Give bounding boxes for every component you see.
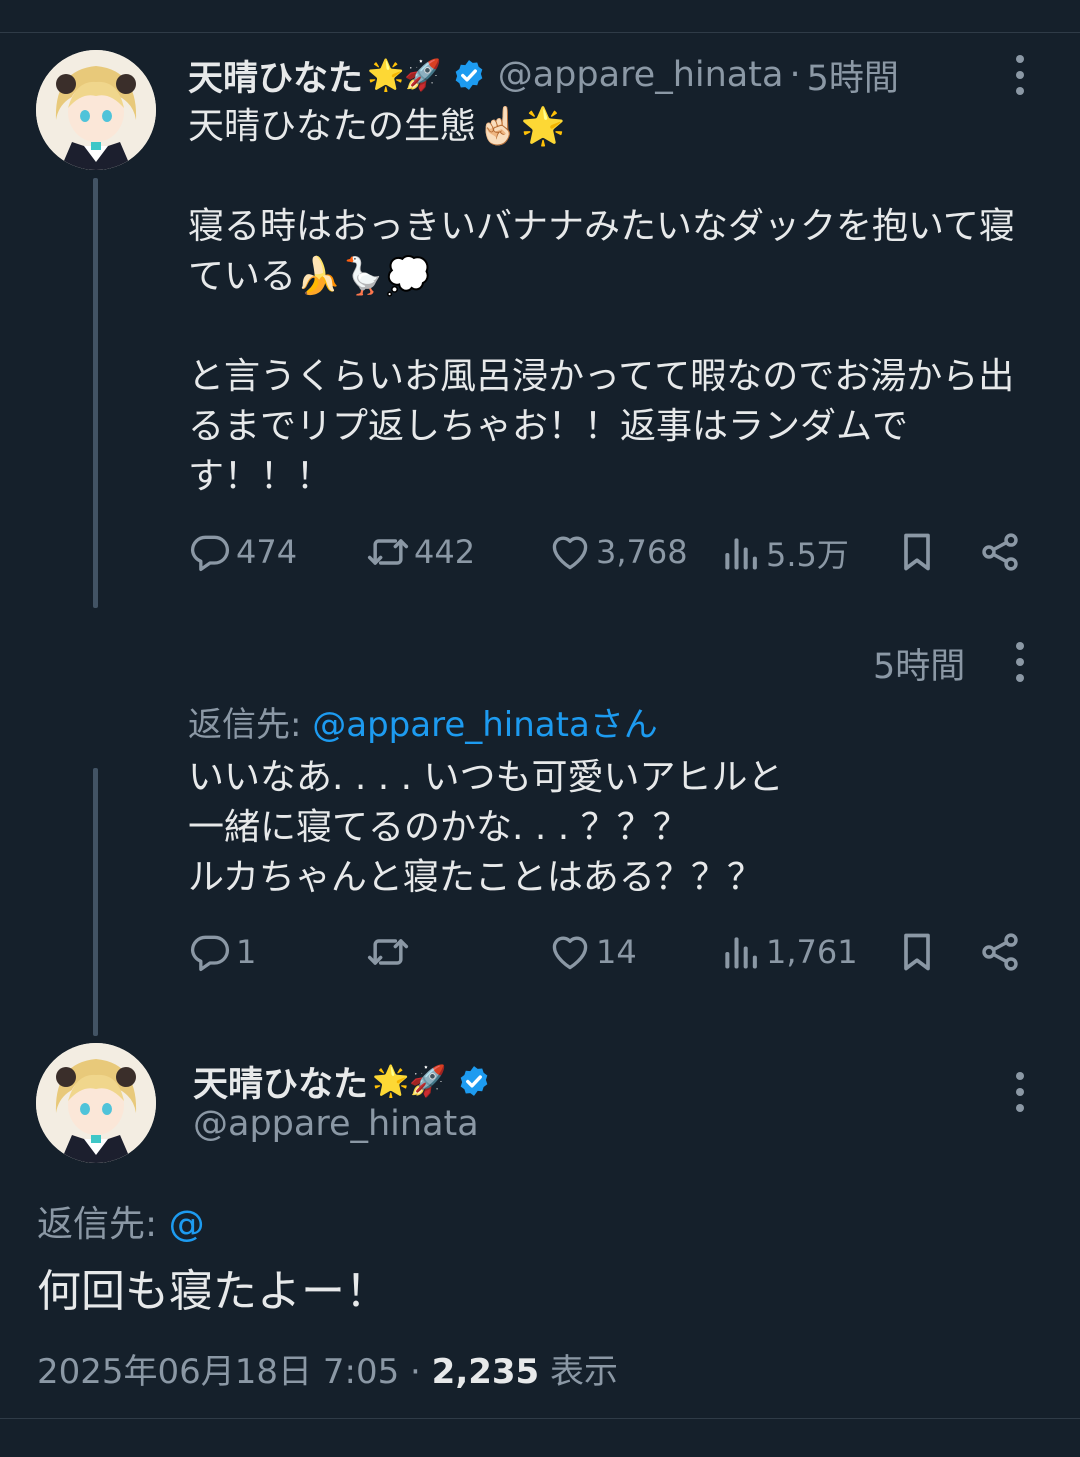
name-emojis: 🌟🚀: [372, 1063, 447, 1099]
avatar-illustration: [36, 50, 156, 170]
retweet-count: 442: [414, 533, 476, 571]
tweet2-actions: 1 14 1,761: [188, 930, 1038, 980]
handle[interactable]: @appare_hinata: [193, 1104, 479, 1144]
views-chart-icon: [725, 937, 757, 969]
heart-icon: [552, 936, 588, 970]
tweet-text: 何回も寝たよー！: [37, 1266, 389, 1317]
tweet3-header: 天晴ひなた 🌟🚀: [193, 1056, 491, 1107]
avatar[interactable]: [36, 1043, 156, 1163]
separator-dot: ·: [789, 55, 801, 95]
more-options-icon[interactable]: [1005, 55, 1035, 95]
reply-count: 474: [236, 533, 298, 571]
share-button[interactable]: [978, 930, 1022, 974]
bottom-divider: [0, 1418, 1080, 1419]
reply-button[interactable]: 474: [188, 530, 297, 574]
tweet-text: 天晴ひなたの生態☝🏻🌟 寝る時はおっきいバナナみたいなダックを抱いて寝ている🍌🪿…: [188, 106, 1015, 497]
reply-label: 返信先:: [188, 705, 313, 745]
timestamp[interactable]: 5時間: [807, 50, 899, 101]
tweet1-header: 天晴ひなた 🌟🚀 @appare_hinata · 5時間: [188, 50, 899, 101]
verified-badge-icon: [455, 60, 483, 90]
top-divider: [0, 32, 1080, 33]
bookmark-button[interactable]: [895, 930, 939, 974]
views-count: 1,761: [766, 933, 858, 971]
reply-context: 返信先: @: [37, 1195, 205, 1247]
timestamp[interactable]: 5時間: [873, 638, 965, 689]
more-options-icon[interactable]: [1005, 642, 1035, 682]
display-name[interactable]: 天晴ひなた: [188, 50, 363, 101]
retweet-icon: [367, 939, 409, 965]
like-count: 14: [596, 933, 637, 971]
bookmark-button[interactable]: [895, 530, 939, 574]
tweet-text: いいなあ. . . . いつも可愛いアヒルと 一緒に寝てるのかな. . . ？？…: [188, 757, 784, 898]
like-button[interactable]: 14: [548, 930, 637, 974]
more-options-icon[interactable]: [1005, 1072, 1035, 1112]
post-timestamp[interactable]: 2025年06月18日 7:05: [37, 1352, 399, 1392]
retweet-button[interactable]: 442: [366, 530, 475, 574]
views-chart-icon: [725, 538, 757, 570]
avatar[interactable]: [36, 50, 156, 170]
share-icon: [982, 533, 1018, 571]
reply-mention-link[interactable]: @: [169, 1204, 205, 1245]
like-button[interactable]: 3,768: [548, 530, 688, 574]
bookmark-icon: [904, 933, 930, 971]
share-icon: [982, 933, 1018, 971]
handle[interactable]: @appare_hinata: [498, 55, 784, 95]
reply-label: 返信先:: [37, 1204, 169, 1245]
retweet-icon: [367, 539, 409, 565]
reply-icon: [190, 535, 230, 572]
views-button[interactable]: 1,761: [718, 930, 858, 974]
reply-mention-link[interactable]: @appare_hinataさん: [312, 705, 658, 745]
tweet-meta: 2025年06月18日 7:05 · 2,235 表示: [37, 1344, 618, 1393]
bookmark-icon: [904, 533, 930, 571]
reply-count: 1: [236, 933, 257, 971]
separator-dot: ·: [410, 1352, 421, 1392]
thread-line: [93, 768, 98, 1036]
tweet1-actions: 474 442 3,768 5.5万: [188, 530, 1038, 580]
avatar-illustration: [36, 1043, 156, 1163]
views-label: 表示: [550, 1352, 619, 1392]
display-name[interactable]: 天晴ひなた: [193, 1056, 368, 1107]
like-count: 3,768: [596, 533, 688, 571]
views-count: 2,235: [431, 1352, 540, 1392]
reply-context: 返信先: @appare_hinataさん: [188, 697, 658, 746]
heart-icon: [552, 536, 588, 570]
views-button[interactable]: 5.5万: [718, 530, 849, 576]
verified-badge-icon: [460, 1066, 488, 1096]
share-button[interactable]: [978, 530, 1022, 574]
reply-button[interactable]: 1: [188, 930, 256, 974]
thread-line: [93, 178, 98, 608]
name-emojis: 🌟🚀: [367, 57, 442, 93]
views-count: 5.5万: [766, 536, 849, 574]
retweet-button[interactable]: [366, 930, 414, 974]
reply-icon: [190, 935, 230, 972]
